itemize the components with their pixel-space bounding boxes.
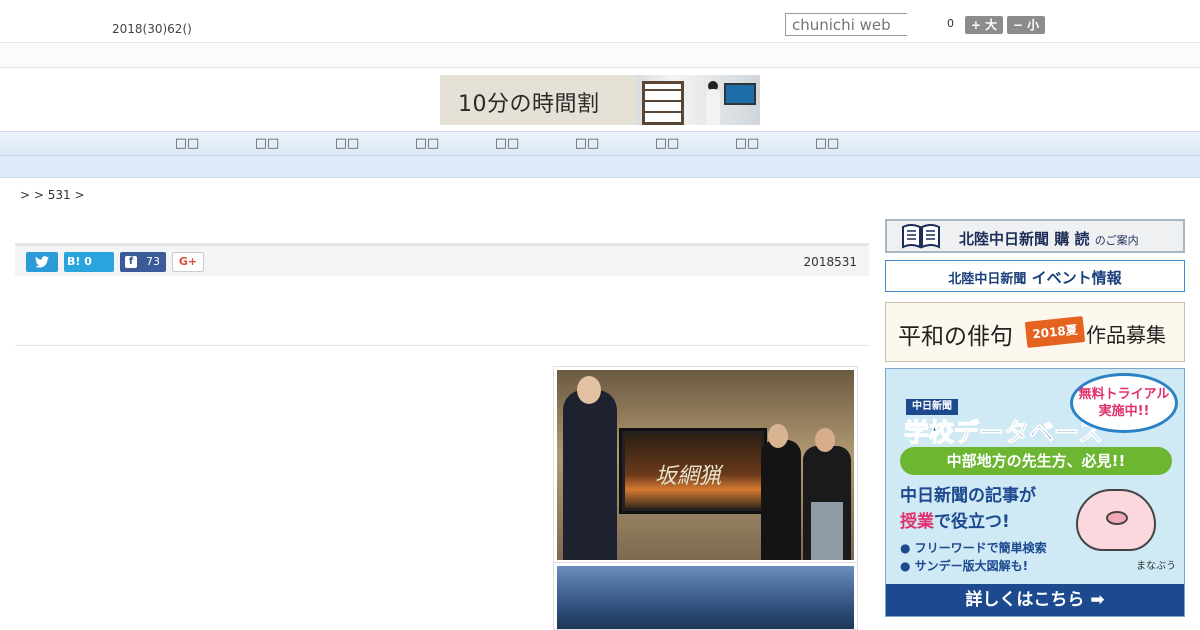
- school-database-banner[interactable]: 中日新聞 学校データベース 無料トライアル実施中!! 中部地方の先生方、必見!!…: [885, 368, 1185, 617]
- facebook-icon: f: [125, 256, 137, 268]
- facebook-count: 73: [146, 255, 160, 268]
- person-left: [563, 390, 617, 560]
- mascot-name: まなぶう: [1136, 561, 1176, 572]
- person-right-head: [815, 428, 835, 452]
- haiku-call: 作品募集: [1086, 323, 1166, 347]
- sub-nav: [0, 156, 1200, 178]
- nav-item-1[interactable]: □□: [167, 136, 207, 151]
- pig-nose-icon: [1106, 511, 1128, 525]
- hatena-count: 0: [84, 255, 92, 268]
- sub-bar: [0, 43, 1200, 68]
- hatena-bookmark-button[interactable]: B! 0: [64, 252, 114, 272]
- content-divider: [15, 345, 869, 346]
- feature-2: ● サンデー版大図解も!: [900, 559, 1029, 573]
- person-center-head: [768, 424, 788, 448]
- pitch-line-1: 中日新聞の記事が: [900, 486, 1036, 506]
- tv-monitor: 坂網猟: [619, 428, 767, 514]
- event-text: 北陸中日新聞 イベント情報: [886, 267, 1184, 288]
- article-photo-1[interactable]: 坂網猟: [553, 366, 858, 564]
- board-graphic: [724, 83, 756, 105]
- teacher-figure: [706, 89, 720, 125]
- google-plus-share-button[interactable]: G+: [172, 252, 204, 272]
- article-photo-2[interactable]: [553, 562, 858, 630]
- person-left-head: [577, 376, 601, 404]
- details-link[interactable]: 詳しくはこちら ➡: [886, 584, 1184, 616]
- tv-screen-title: 坂網猟: [655, 464, 722, 489]
- nav-item-4[interactable]: □□: [407, 136, 447, 151]
- font-larger-button[interactable]: + 大: [965, 16, 1003, 34]
- feature-1: ● フリーワードで簡単検索: [900, 541, 1047, 555]
- nav-item-6[interactable]: □□: [567, 136, 607, 151]
- haiku-banner[interactable]: 平和の俳句 2018夏 作品募集: [885, 302, 1185, 362]
- database-title: 学校データベース: [904, 418, 1104, 448]
- twitter-share-button[interactable]: [26, 252, 58, 272]
- photo-image: 坂網猟: [557, 370, 854, 560]
- top-bar: 2018(30)62() 0 + 大 − 小: [0, 0, 1200, 43]
- event-banner[interactable]: 北陸中日新聞 イベント情報: [885, 260, 1185, 292]
- tv-screen: 坂網猟: [625, 434, 761, 508]
- main-nav: □□ □□ □□ □□ □□ □□ □□ □□ □□: [0, 131, 1200, 156]
- hatena-label: B!: [67, 255, 81, 268]
- subscribe-banner[interactable]: 北陸中日新聞 購 読 のご案内: [885, 219, 1185, 253]
- twitter-bird-icon: [35, 256, 49, 268]
- person-center: [761, 440, 801, 560]
- event-paper: 北陸中日新聞: [948, 272, 1027, 287]
- share-bar: B! 0 f 73 G+ 2018531: [15, 243, 869, 276]
- subscribe-sub: のご案内: [1094, 234, 1139, 247]
- nav-item-9[interactable]: □□: [807, 136, 847, 151]
- book-icon: [902, 224, 940, 249]
- event-label: イベント情報: [1031, 269, 1122, 287]
- font-smaller-button[interactable]: − 小: [1007, 16, 1045, 34]
- breadcrumb[interactable]: > > 531 >: [20, 188, 85, 202]
- teachers-callout: 中部地方の先生方、必見!!: [900, 447, 1172, 475]
- nav-item-7[interactable]: □□: [647, 136, 687, 151]
- nav-item-2[interactable]: □□: [247, 136, 287, 151]
- haiku-badge: 2018夏: [1024, 316, 1086, 348]
- database-pitch: 中日新聞の記事が 授業で役立つ!: [900, 483, 1036, 535]
- article-date: 2018531: [803, 255, 857, 269]
- feature-list: ● フリーワードで簡単検索 ● サンデー版大図解も!: [900, 539, 1047, 575]
- banner-title: 10分の時間割: [458, 92, 600, 117]
- nav-item-5[interactable]: □□: [487, 136, 527, 151]
- nav-item-3[interactable]: □□: [327, 136, 367, 151]
- subscribe-text: 北陸中日新聞 購 読 のご案内: [959, 228, 1139, 249]
- trial-badge: 無料トライアル実施中!!: [1070, 373, 1178, 433]
- font-size-value: 0: [947, 17, 954, 30]
- header-date: 2018(30)62(): [112, 22, 192, 36]
- haiku-title: 平和の俳句: [898, 324, 1013, 350]
- search-input[interactable]: [785, 13, 907, 36]
- pitch-line-2: で役立つ!: [934, 512, 1010, 532]
- subscribe-main: 北陸中日新聞 購 読: [959, 230, 1090, 248]
- window-graphic: [642, 81, 684, 125]
- person-right-legs: [811, 502, 843, 560]
- banner-photo: [636, 75, 760, 125]
- pitch-highlight: 授業: [900, 512, 934, 532]
- nav-item-8[interactable]: □□: [727, 136, 767, 151]
- photo-image-sky: [557, 566, 854, 629]
- site-banner[interactable]: 10分の時間割: [440, 75, 760, 125]
- facebook-share-button[interactable]: f 73: [120, 252, 166, 272]
